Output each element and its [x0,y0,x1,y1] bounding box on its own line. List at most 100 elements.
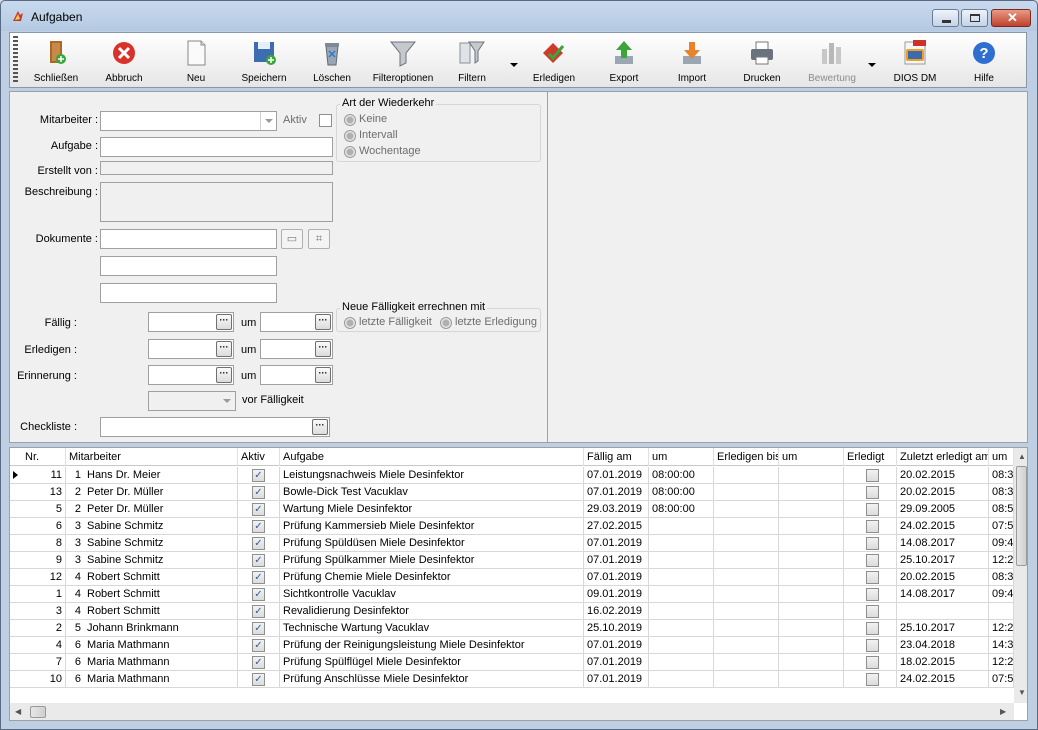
minimize-button[interactable] [932,9,959,27]
date-picker-button[interactable]: ··· [216,367,232,383]
due-time-input[interactable]: ··· [260,312,333,332]
active-checkbox[interactable]: ✓ [252,537,265,550]
table-row[interactable]: 1 4 Robert Schmitt ✓ Sichtkontrolle Vacuklav… [10,586,1014,603]
import-button[interactable]: Import [666,35,718,85]
table-row[interactable]: 4 6 Maria Mathmann ✓ Prüfung der Reinigungsl… [10,637,1014,654]
title-bar[interactable]: Aufgaben ✕ [1,1,1037,31]
table-row[interactable]: 8 3 Sabine Schmitz ✓ Prüfung Spüldüsen Miele… [10,535,1014,552]
active-checkbox[interactable]: ✓ [252,656,265,669]
checklist-input[interactable]: ··· [100,417,330,437]
recurrence-weekdays-radio[interactable]: Wochentage [344,145,421,158]
column-header[interactable]: Aktiv [238,448,280,466]
open-folder-button[interactable]: ▭ [281,229,303,249]
active-checkbox[interactable]: ✓ [252,554,265,567]
completed-checkbox[interactable] [866,469,879,482]
date-picker-button[interactable]: ··· [216,314,232,330]
save-button[interactable]: Speichern [238,35,290,85]
column-header[interactable]: um [989,448,1014,466]
active-checkbox[interactable]: ✓ [252,639,265,652]
table-row[interactable]: 13 2 Peter Dr. Müller ✓ Bowle-Dick Test Vacu… [10,484,1014,501]
table-row[interactable]: 11 1 Hans Dr. Meier ✓ Leistungsnachweis Miel… [10,467,1014,484]
time-picker-button[interactable]: ··· [315,367,331,383]
table-row[interactable]: 5 2 Peter Dr. Müller ✓ Wartung Miele Desinfe… [10,501,1014,518]
employee-select[interactable] [100,111,277,131]
document-field-1[interactable] [100,229,277,249]
active-checkbox[interactable]: ✓ [252,469,265,482]
active-checkbox[interactable]: ✓ [252,520,265,533]
time-picker-button[interactable]: ··· [315,314,331,330]
active-checkbox[interactable]: ✓ [252,571,265,584]
checklist-picker-button[interactable]: ··· [312,419,328,435]
table-row[interactable]: 3 4 Robert Schmitt ✓ Revalidierung Desinfekt… [10,603,1014,620]
date-picker-button[interactable]: ··· [216,341,232,357]
rating-button[interactable]: Bewertung [806,35,858,85]
last-due-radio[interactable]: letzte Fälligkeit [344,316,432,329]
column-header[interactable]: Fällig am [584,448,649,466]
document-field-2[interactable] [100,256,277,276]
completed-checkbox[interactable] [866,503,879,516]
horizontal-scrollbar[interactable]: ◀ ▶ [10,703,1014,720]
time-picker-button[interactable]: ··· [315,341,331,357]
active-checkbox[interactable]: ✓ [252,503,265,516]
completed-checkbox[interactable] [866,605,879,618]
completed-checkbox[interactable] [866,622,879,635]
abort-button[interactable]: Abbruch [98,35,150,85]
completed-checkbox[interactable] [866,673,879,686]
filter-options-button[interactable]: Filteroptionen [370,35,436,85]
recurrence-none-radio[interactable]: Keine [344,113,387,126]
help-button[interactable]: ? Hilfe [958,35,1010,85]
completed-checkbox[interactable] [866,639,879,652]
completed-checkbox[interactable] [866,588,879,601]
rating-dropdown-arrow[interactable] [868,63,876,67]
vertical-scroll-thumb[interactable] [1016,466,1027,566]
table-row[interactable]: 9 3 Sabine Schmitz ✓ Prüfung Spülkammer Miel… [10,552,1014,569]
column-header[interactable]: Mitarbeiter [66,448,238,466]
recurrence-interval-radio[interactable]: Intervall [344,129,398,142]
close-toolbar-button[interactable]: Schließen [30,35,82,85]
completed-checkbox[interactable] [866,537,879,550]
completed-checkbox[interactable] [866,554,879,567]
completed-checkbox[interactable] [866,486,879,499]
print-button[interactable]: Drucken [736,35,788,85]
filter-dropdown-arrow[interactable] [510,63,518,67]
active-checkbox[interactable]: ✓ [252,673,265,686]
new-button[interactable]: Neu [170,35,222,85]
maximize-button[interactable] [961,9,988,27]
scan-button[interactable]: ⌗ [308,229,330,249]
due-date-input[interactable]: ··· [148,312,234,332]
delete-button[interactable]: Löschen [306,35,358,85]
table-row[interactable]: 7 6 Maria Mathmann ✓ Prüfung Spülflügel Miel… [10,654,1014,671]
active-checkbox[interactable]: ✓ [252,622,265,635]
filter-button[interactable]: Filtern [446,35,498,85]
table-row[interactable]: 6 3 Sabine Schmitz ✓ Prüfung Kammersieb Miel… [10,518,1014,535]
table-row[interactable]: 2 5 Johann Brinkmann ✓ Technische Wartung Va… [10,620,1014,637]
column-header[interactable]: Erledigen bis [714,448,779,466]
active-checkbox[interactable]: ✓ [252,588,265,601]
column-header[interactable]: Aufgabe [280,448,584,466]
reminder-date-input[interactable]: ··· [148,365,234,385]
scroll-up-icon[interactable]: ▲ [1018,452,1026,461]
scroll-down-icon[interactable]: ▼ [1018,688,1026,697]
table-row[interactable]: 12 4 Robert Schmitt ✓ Prüfung Chemie Miele D… [10,569,1014,586]
active-checkbox[interactable] [319,114,332,127]
reminder-time-input[interactable]: ··· [260,365,333,385]
export-button[interactable]: Export [598,35,650,85]
active-checkbox[interactable]: ✓ [252,605,265,618]
description-field[interactable] [100,182,333,222]
complete-time-input[interactable]: ··· [260,339,333,359]
column-header[interactable]: Nr. [22,448,66,466]
horizontal-scroll-thumb[interactable] [30,706,46,718]
column-header[interactable]: Erledigt [844,448,897,466]
task-input[interactable] [100,137,333,157]
close-button[interactable]: ✕ [991,9,1031,27]
completed-checkbox[interactable] [866,571,879,584]
reminder-offset-select[interactable] [148,391,236,411]
column-header[interactable]: um [649,448,714,466]
column-header[interactable]: Zuletzt erledigt am [897,448,989,466]
column-header[interactable]: um [779,448,844,466]
toolbar-grip[interactable] [13,36,18,84]
table-row[interactable]: 10 6 Maria Mathmann ✓ Prüfung Anschlüsse Mie… [10,671,1014,688]
dios-dm-button[interactable]: DIOS DM [886,35,944,85]
scroll-left-icon[interactable]: ◀ [15,707,21,716]
active-checkbox[interactable]: ✓ [252,486,265,499]
